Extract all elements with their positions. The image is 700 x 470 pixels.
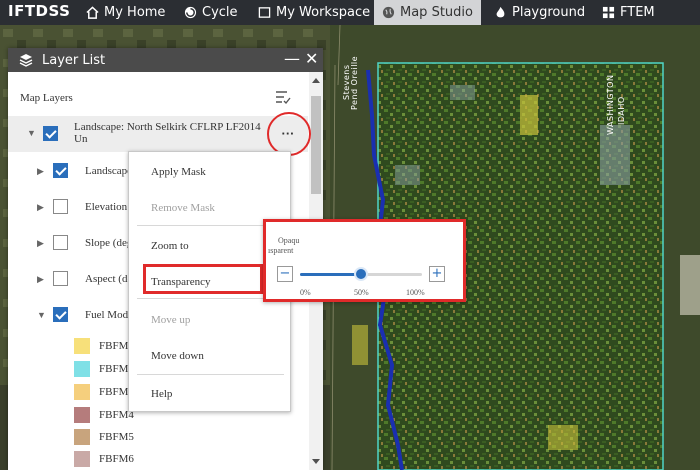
menu-divider [137, 225, 284, 226]
expand-icon[interactable]: ▶ [37, 202, 44, 213]
transparency-popup: Opaqu ısparent − + 0% 50% 100% [263, 219, 466, 302]
fire-icon [494, 6, 507, 19]
nav-playground[interactable]: Playground [486, 0, 593, 25]
transparency-slider[interactable] [300, 267, 422, 281]
legend-label: FBFM [99, 340, 129, 352]
nav-my-home[interactable]: My Home [78, 0, 173, 25]
nav-cycle[interactable]: Cycle [176, 0, 246, 25]
expand-icon[interactable]: ▶ [37, 166, 44, 177]
scroll-thumb[interactable] [311, 96, 321, 194]
menu-item-zoom-to[interactable]: Zoom to [151, 240, 189, 252]
legend-swatch [74, 451, 90, 467]
nav-label: FTEM [620, 5, 655, 20]
increase-transparency-button[interactable]: + [429, 266, 445, 282]
cycle-icon [184, 6, 197, 19]
layer-item-landscape-north-selkirk[interactable]: ▼ Landscape: North Selkirk CFLRP LF2014 … [8, 116, 308, 152]
close-icon[interactable]: ✕ [305, 49, 318, 68]
highlight-box-annotation [143, 264, 263, 294]
layer-checkbox[interactable] [53, 163, 68, 178]
legend-label: FBFM6 [99, 453, 134, 465]
menu-item-apply-mask[interactable]: Apply Mask [151, 166, 206, 178]
nav-label: Playground [512, 5, 586, 20]
panel-title: Layer List [42, 52, 106, 68]
home-icon [86, 6, 99, 19]
globe-icon [382, 6, 395, 19]
legend-label: FBFM [99, 363, 129, 375]
legend-swatch [74, 361, 90, 377]
menu-item-move-up: Move up [151, 314, 191, 326]
toggle-all-layers-icon[interactable] [274, 88, 292, 106]
layer-label: Fuel Mode [85, 309, 130, 321]
transparent-label: ısparent [268, 246, 294, 255]
top-nav-bar: IFTDSS My Home Cycle My Workspace Map St… [0, 0, 700, 25]
scroll-down-arrow[interactable] [312, 459, 320, 464]
panel-header[interactable]: Layer List — ✕ [8, 48, 323, 72]
legend-label: FBFM [99, 386, 129, 398]
layers-icon [19, 54, 33, 67]
layer-label: Elevation [85, 201, 128, 213]
menu-item-help[interactable]: Help [151, 388, 172, 400]
layer-label: Aspect (de [85, 273, 130, 285]
layer-label: Slope (deg [85, 237, 130, 249]
menu-item-move-down[interactable]: Move down [151, 350, 204, 362]
expand-icon[interactable]: ▶ [37, 238, 44, 249]
layer-checkbox[interactable] [53, 271, 68, 286]
menu-divider [137, 374, 284, 375]
nav-label: My Workspace [276, 5, 371, 20]
highlight-circle-annotation [267, 112, 311, 156]
nav-label: Cycle [202, 5, 238, 20]
legend-label: FBFM5 [99, 431, 134, 443]
minimize-icon[interactable]: — [284, 49, 300, 68]
legend-swatch [74, 407, 90, 423]
legend-swatch [74, 429, 90, 445]
tick-label-100: 100% [406, 288, 425, 297]
layer-checkbox[interactable] [53, 199, 68, 214]
expand-icon[interactable]: ▶ [37, 274, 44, 285]
panel-toolbar: Map Layers [8, 72, 323, 110]
nav-map-studio[interactable]: Map Studio [374, 0, 481, 25]
layer-checkbox[interactable] [43, 126, 58, 141]
collapse-icon[interactable]: ▼ [27, 128, 36, 138]
nav-my-workspace[interactable]: My Workspace [250, 0, 378, 25]
map-label-pend-oreille: Pend Oreille [350, 55, 359, 110]
slider-fill [300, 273, 361, 276]
layer-label: Landscape [85, 165, 130, 177]
layer-checkbox[interactable] [53, 307, 68, 322]
menu-item-remove-mask: Remove Mask [151, 202, 215, 214]
brand-logo[interactable]: IFTDSS [8, 2, 70, 20]
map-label-washington: WASHINGTON [606, 74, 615, 135]
opaque-label: Opaqu [278, 236, 300, 245]
menu-divider [137, 298, 284, 299]
grid-icon [602, 6, 615, 19]
layer-checkbox[interactable] [53, 235, 68, 250]
section-title: Map Layers [20, 92, 73, 104]
scroll-up-arrow[interactable] [312, 78, 320, 83]
slider-handle[interactable] [354, 267, 368, 281]
map-label-idaho: IDAHO [617, 96, 626, 125]
nav-label: My Home [104, 5, 166, 20]
nav-label: Map Studio [400, 5, 473, 20]
collapse-icon[interactable]: ▼ [37, 310, 46, 320]
workspace-icon [258, 6, 271, 19]
tick-label-0: 0% [300, 288, 311, 297]
decrease-transparency-button[interactable]: − [277, 266, 293, 282]
legend-swatch [74, 338, 90, 354]
tick-label-50: 50% [354, 288, 369, 297]
layer-label: Landscape: North Selkirk CFLRP LF2014 Un [74, 121, 261, 145]
legend-swatch [74, 384, 90, 400]
nav-ftem[interactable]: FTEM [594, 0, 663, 25]
